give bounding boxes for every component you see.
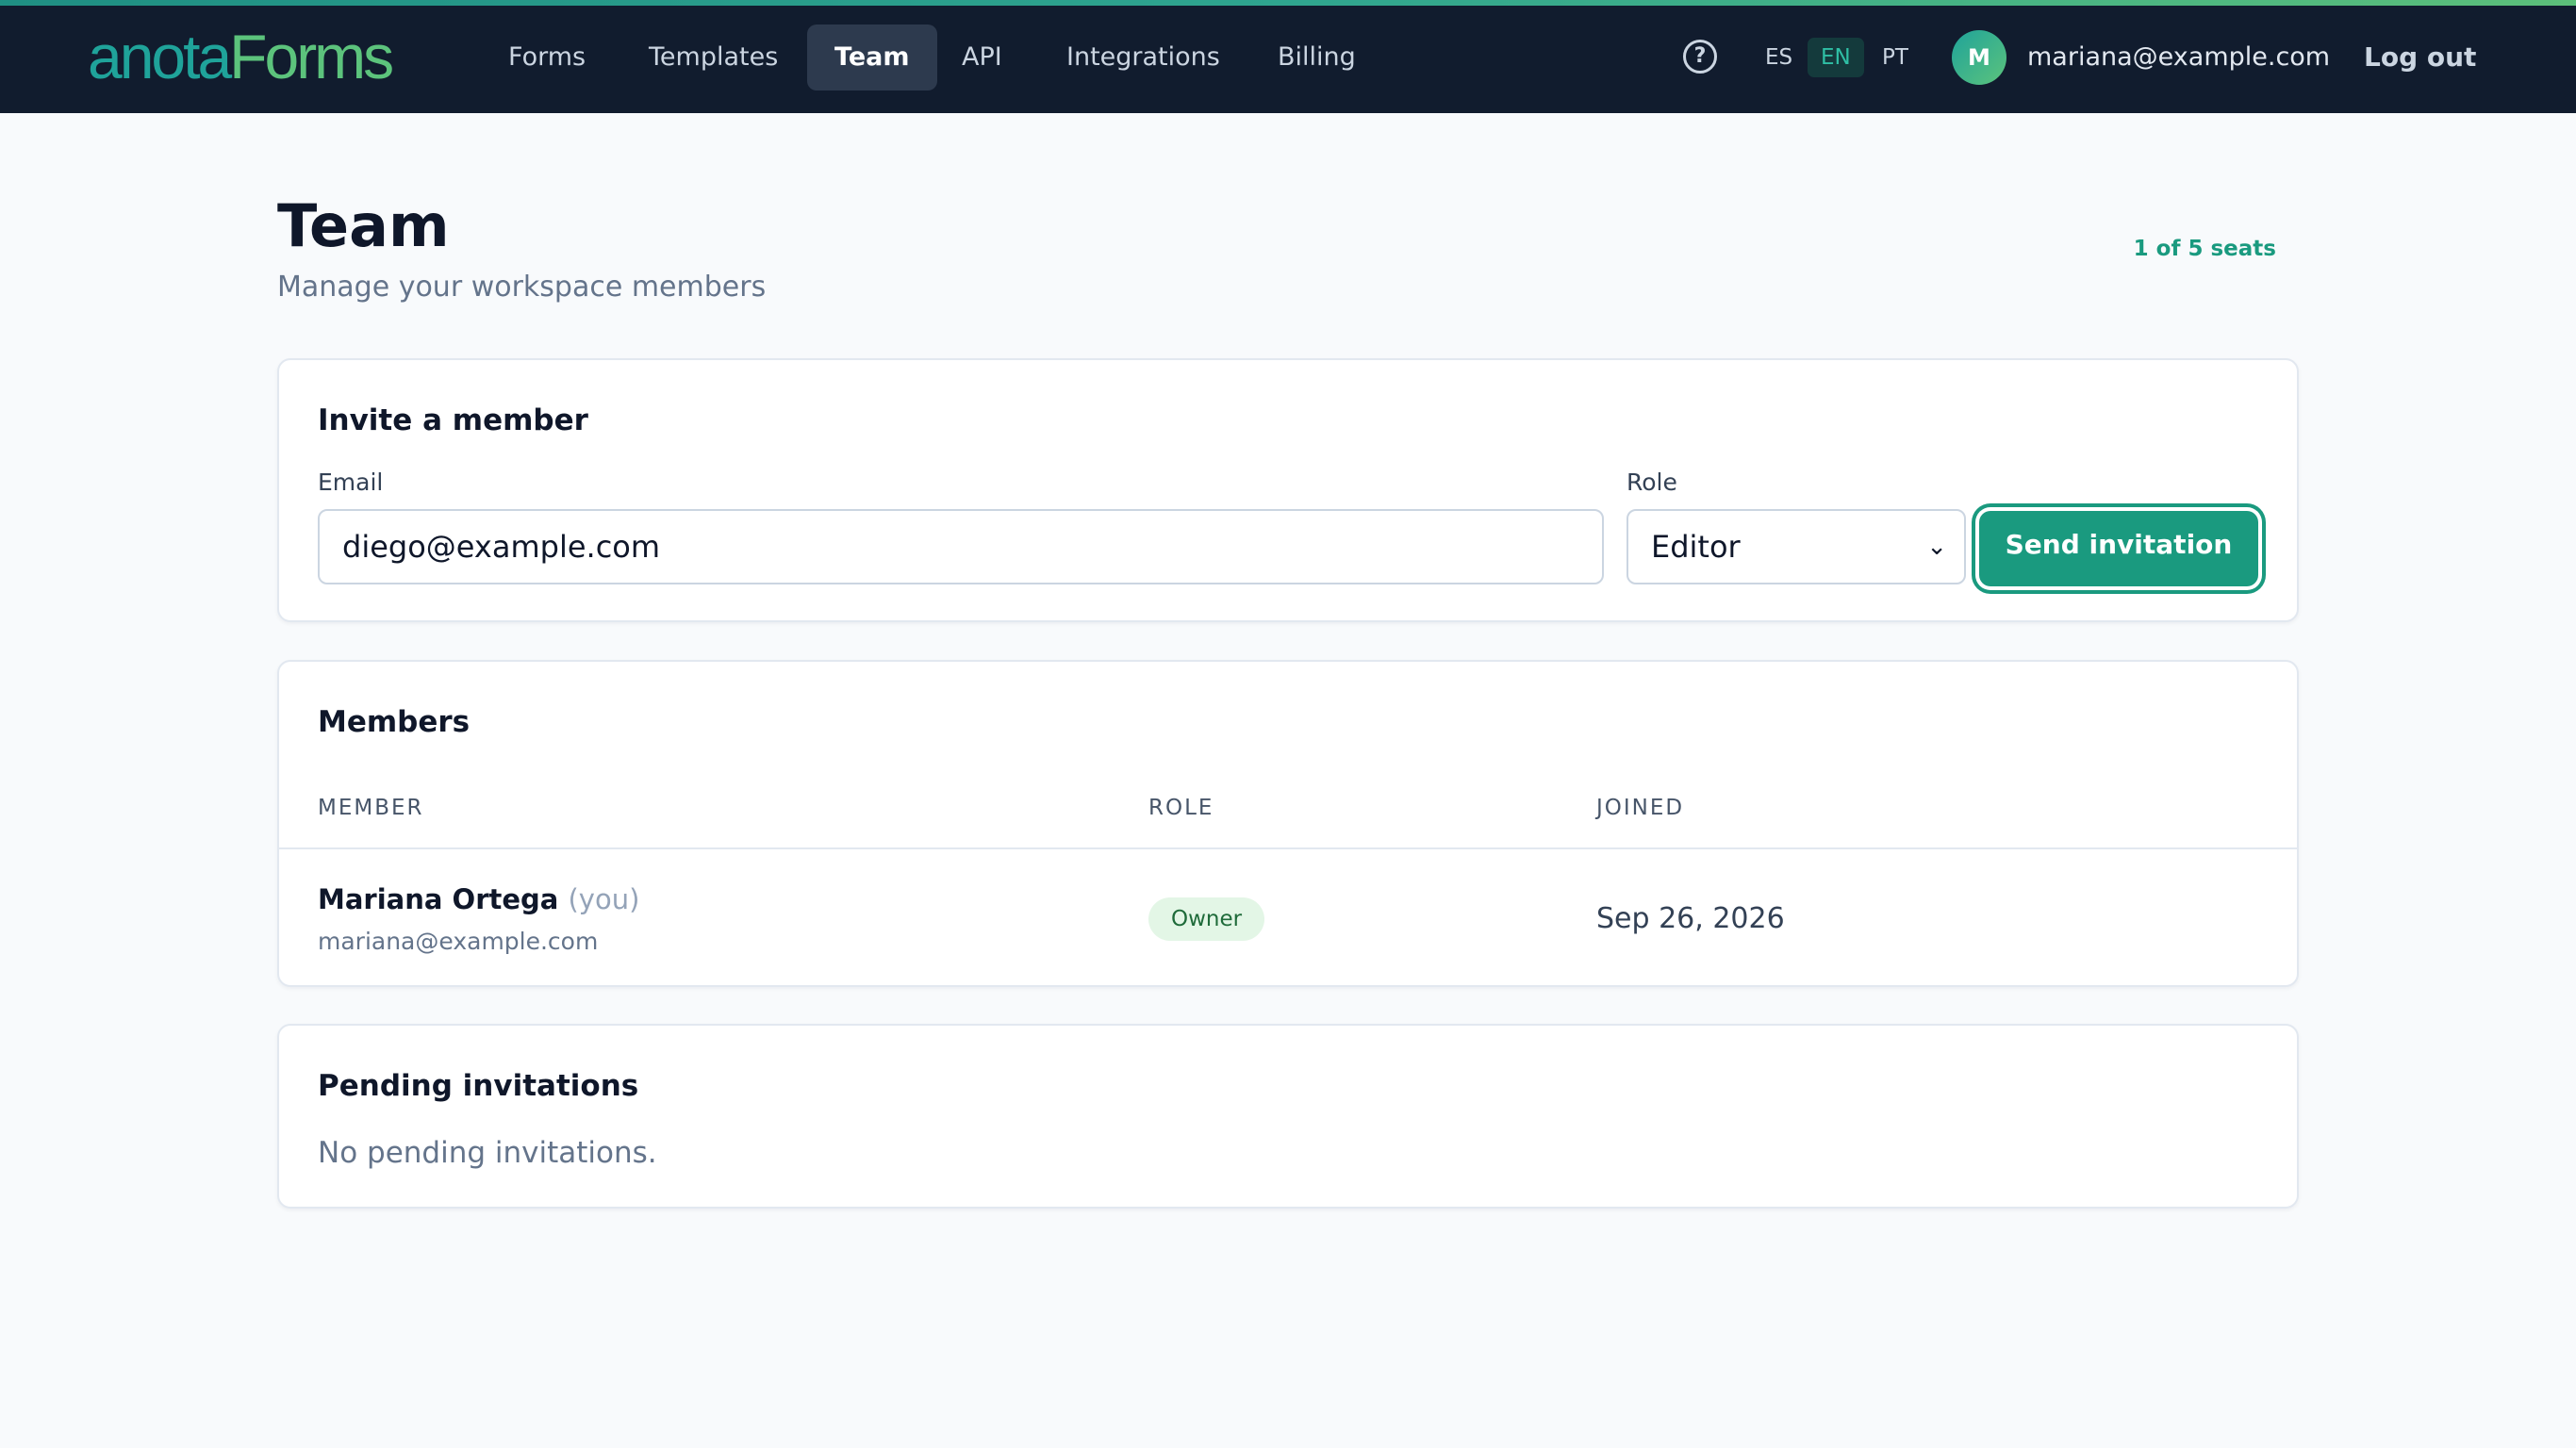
user-avatar[interactable]: M (1952, 30, 2006, 85)
pending-card-title: Pending invitations (318, 1069, 639, 1103)
table-divider (279, 847, 2297, 849)
role-select[interactable]: Editor ⌄ (1627, 509, 1966, 584)
members-card: Members MEMBER ROLE JOINED Mariana Orteg… (277, 660, 2299, 987)
column-header-role: ROLE (1148, 796, 1214, 820)
joined-date: Sep 26, 2026 (1596, 902, 1785, 935)
invite-card-title: Invite a member (318, 403, 588, 437)
invite-card: Invite a member Email diego@example.com … (277, 358, 2299, 622)
nav-item-api[interactable]: API (934, 25, 1030, 90)
send-invitation-button[interactable]: Send invitation (1979, 511, 2258, 586)
email-label: Email (318, 469, 384, 496)
logo-text-forms: Forms (229, 22, 394, 91)
lang-en[interactable]: EN (1808, 38, 1864, 77)
column-header-member: MEMBER (318, 796, 424, 820)
lang-es[interactable]: ES (1752, 38, 1806, 77)
nav-item-forms[interactable]: Forms (481, 25, 613, 90)
chevron-down-icon: ⌄ (1926, 533, 1947, 561)
role-label: Role (1627, 469, 1677, 496)
user-email[interactable]: mariana@example.com (2027, 38, 2330, 77)
role-badge: Owner (1148, 897, 1265, 941)
nav-item-integrations[interactable]: Integrations (1039, 25, 1247, 90)
member-name-text: Mariana Ortega (318, 883, 559, 915)
help-icon[interactable]: ? (1683, 40, 1717, 74)
role-select-value: Editor (1651, 529, 1741, 565)
top-accent-stripe (0, 0, 2576, 6)
member-you-tag: (you) (568, 883, 640, 915)
members-card-title: Members (318, 705, 471, 739)
page-subtitle: Manage your workspace members (277, 271, 767, 304)
app-logo[interactable]: anotaForms (88, 22, 394, 91)
top-nav-bar: anotaForms Forms Templates Team API Inte… (0, 0, 2576, 113)
seats-count: 1 of 5 seats (2133, 237, 2276, 261)
member-name: Mariana Ortega (you) (318, 880, 639, 918)
pending-invitations-card: Pending invitations No pending invitatio… (277, 1024, 2299, 1209)
nav-item-templates[interactable]: Templates (621, 25, 805, 90)
member-email: mariana@example.com (318, 928, 599, 955)
logout-button[interactable]: Log out (2364, 36, 2476, 79)
lang-pt[interactable]: PT (1869, 38, 1922, 77)
page-title: Team (277, 191, 450, 260)
logo-text-anota: anota (88, 22, 232, 91)
nav-item-billing[interactable]: Billing (1250, 25, 1383, 90)
nav-item-team[interactable]: Team (807, 25, 937, 90)
column-header-joined: JOINED (1596, 796, 1685, 820)
pending-empty-text: No pending invitations. (318, 1136, 657, 1170)
email-input-value: diego@example.com (342, 529, 661, 565)
email-input[interactable]: diego@example.com (318, 509, 1604, 584)
